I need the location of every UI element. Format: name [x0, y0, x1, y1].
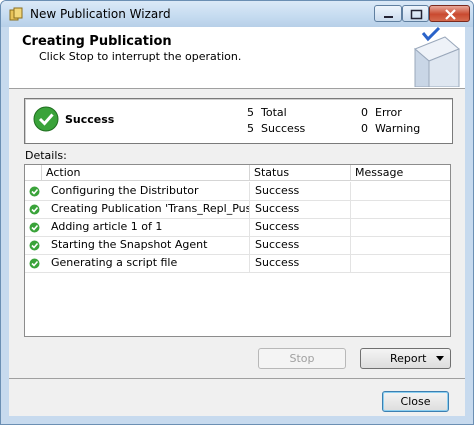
column-header-action[interactable]: Action — [42, 165, 250, 181]
table-row[interactable]: Creating Publication 'Trans_Repl_Push_..… — [25, 200, 450, 219]
wizard-header: Creating Publication Click Stop to inter… — [9, 27, 465, 89]
frame-left — [1, 27, 9, 424]
success-icon — [29, 204, 40, 215]
success-icon — [33, 106, 59, 132]
maximize-icon — [410, 9, 423, 20]
row-action: Starting the Snapshot Agent — [51, 238, 208, 251]
window-close-button[interactable] — [429, 5, 470, 22]
row-status: Success — [255, 238, 300, 251]
cell-divider — [249, 182, 250, 200]
cell-divider — [249, 200, 250, 218]
wizard-window: New Publication Wizard Creating Publicat… — [0, 0, 474, 425]
row-action: Configuring the Distributor — [51, 184, 199, 197]
error-label: Error — [375, 106, 402, 119]
row-status: Success — [255, 256, 300, 269]
table-row[interactable]: Adding article 1 of 1 Success — [25, 218, 450, 237]
report-button[interactable]: Report — [360, 348, 451, 369]
page-title: Creating Publication — [22, 34, 172, 49]
minimize-icon — [384, 16, 393, 18]
footer-divider — [9, 378, 465, 379]
frame-bottom — [1, 416, 473, 424]
warning-label: Warning — [375, 122, 421, 135]
close-button[interactable]: Close — [382, 391, 449, 412]
table-row[interactable]: Starting the Snapshot Agent Success — [25, 236, 450, 255]
cell-divider — [350, 236, 351, 254]
success-icon — [29, 186, 40, 197]
window-title: New Publication Wizard — [30, 7, 171, 21]
header-icon-column — [25, 165, 42, 181]
summary-panel: Success 5 Total 5 Success 0 Error 0 Warn… — [24, 98, 453, 144]
details-grid[interactable]: Action Status Message Configuring the Di… — [24, 164, 451, 337]
cell-divider — [350, 200, 351, 218]
total-label: Total — [261, 106, 287, 119]
row-action: Adding article 1 of 1 — [51, 220, 163, 233]
row-status: Success — [255, 184, 300, 197]
table-row[interactable]: Configuring the Distributor Success — [25, 182, 450, 201]
success-icon — [29, 222, 40, 233]
total-count: 5 — [247, 106, 254, 119]
cell-divider — [350, 254, 351, 272]
column-header-status[interactable]: Status — [250, 165, 351, 181]
maximize-button[interactable] — [402, 5, 429, 22]
page-subtitle: Click Stop to interrupt the operation. — [39, 50, 242, 63]
success-count: 5 — [247, 122, 254, 135]
cell-divider — [249, 218, 250, 236]
table-row[interactable]: Generating a script file Success — [25, 254, 450, 273]
success-icon — [29, 258, 40, 269]
close-icon — [445, 9, 456, 20]
warning-count: 0 — [361, 122, 368, 135]
row-action: Creating Publication 'Trans_Repl_Push_..… — [51, 202, 249, 215]
report-button-label: Report — [390, 352, 427, 365]
summary-status: Success — [65, 113, 115, 126]
details-label: Details: — [25, 149, 67, 162]
row-status: Success — [255, 220, 300, 233]
cell-divider — [350, 182, 351, 200]
cell-divider — [249, 236, 250, 254]
publication-book-icon — [414, 27, 460, 87]
error-count: 0 — [361, 106, 368, 119]
app-icon — [9, 7, 23, 21]
frame-right — [465, 27, 473, 424]
success-icon — [29, 240, 40, 251]
column-header-message[interactable]: Message — [351, 165, 450, 181]
success-label: Success — [261, 122, 306, 135]
minimize-button[interactable] — [374, 5, 402, 22]
row-action: Generating a script file — [51, 256, 178, 269]
cell-divider — [249, 254, 250, 272]
row-status: Success — [255, 202, 300, 215]
chevron-down-icon — [436, 356, 444, 361]
cell-divider — [350, 218, 351, 236]
title-bar[interactable]: New Publication Wizard — [1, 1, 473, 27]
stop-button[interactable]: Stop — [258, 348, 346, 369]
